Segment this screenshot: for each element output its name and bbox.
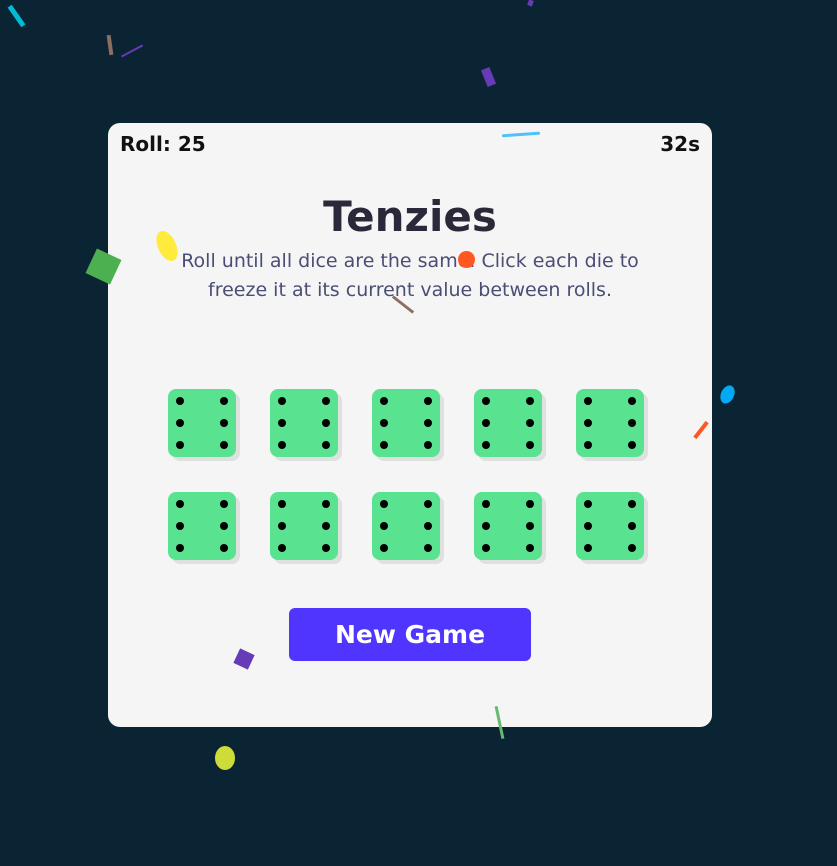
die[interactable] bbox=[270, 492, 338, 560]
die[interactable] bbox=[168, 492, 236, 560]
pip bbox=[482, 397, 490, 405]
pip bbox=[628, 419, 636, 427]
die[interactable] bbox=[270, 389, 338, 457]
pip bbox=[584, 500, 592, 508]
pip bbox=[176, 419, 184, 427]
pip bbox=[278, 419, 286, 427]
pip bbox=[424, 441, 432, 449]
pip bbox=[482, 441, 490, 449]
pip bbox=[628, 522, 636, 530]
game-title: Tenzies bbox=[323, 192, 497, 241]
pip bbox=[278, 500, 286, 508]
pip bbox=[176, 441, 184, 449]
pip bbox=[220, 500, 228, 508]
die[interactable] bbox=[576, 492, 644, 560]
pip bbox=[584, 544, 592, 552]
pip bbox=[322, 397, 330, 405]
pip bbox=[628, 441, 636, 449]
confetti-piece bbox=[215, 746, 235, 770]
die[interactable] bbox=[168, 389, 236, 457]
pip bbox=[584, 397, 592, 405]
timer: 32s bbox=[660, 132, 700, 156]
pip bbox=[220, 522, 228, 530]
pip bbox=[322, 419, 330, 427]
pip bbox=[526, 397, 534, 405]
pip bbox=[584, 522, 592, 530]
pip bbox=[322, 500, 330, 508]
pip bbox=[380, 544, 388, 552]
pip bbox=[322, 441, 330, 449]
pip bbox=[380, 441, 388, 449]
pip bbox=[584, 441, 592, 449]
pip bbox=[482, 522, 490, 530]
pip bbox=[424, 397, 432, 405]
die[interactable] bbox=[372, 492, 440, 560]
pip bbox=[380, 500, 388, 508]
pip bbox=[482, 419, 490, 427]
roll-counter: Roll: 25 bbox=[120, 132, 206, 156]
pip bbox=[220, 419, 228, 427]
pip bbox=[584, 419, 592, 427]
die[interactable] bbox=[372, 389, 440, 457]
pip bbox=[526, 419, 534, 427]
pip bbox=[220, 441, 228, 449]
pip bbox=[628, 397, 636, 405]
pip bbox=[526, 544, 534, 552]
pip bbox=[278, 544, 286, 552]
pip bbox=[220, 397, 228, 405]
confetti-piece bbox=[717, 383, 738, 406]
pip bbox=[526, 441, 534, 449]
pip bbox=[278, 522, 286, 530]
pip bbox=[380, 419, 388, 427]
pip bbox=[424, 544, 432, 552]
pip bbox=[278, 441, 286, 449]
pip bbox=[380, 522, 388, 530]
die[interactable] bbox=[474, 492, 542, 560]
dice-grid bbox=[168, 389, 648, 560]
pip bbox=[380, 397, 388, 405]
pip bbox=[424, 500, 432, 508]
pip bbox=[176, 500, 184, 508]
pip bbox=[482, 544, 490, 552]
confetti-piece bbox=[106, 34, 114, 56]
pip bbox=[526, 522, 534, 530]
confetti-piece bbox=[480, 66, 497, 88]
instructions: Roll until all dice are the same. Click … bbox=[181, 250, 639, 301]
pip bbox=[278, 397, 286, 405]
confetti-piece bbox=[7, 4, 26, 28]
new-game-button[interactable]: New Game bbox=[289, 608, 531, 661]
confetti-piece bbox=[527, 0, 534, 7]
pip bbox=[526, 500, 534, 508]
pip bbox=[176, 522, 184, 530]
pip bbox=[322, 522, 330, 530]
die[interactable] bbox=[576, 389, 644, 457]
pip bbox=[176, 397, 184, 405]
pip bbox=[424, 419, 432, 427]
confetti-piece bbox=[120, 44, 144, 58]
pip bbox=[482, 500, 490, 508]
pip bbox=[322, 544, 330, 552]
game-card: Roll: 25 32s Tenzies Roll until all dice… bbox=[108, 123, 712, 727]
pip bbox=[628, 500, 636, 508]
pip bbox=[220, 544, 228, 552]
die[interactable] bbox=[474, 389, 542, 457]
pip bbox=[628, 544, 636, 552]
pip bbox=[176, 544, 184, 552]
pip bbox=[424, 522, 432, 530]
